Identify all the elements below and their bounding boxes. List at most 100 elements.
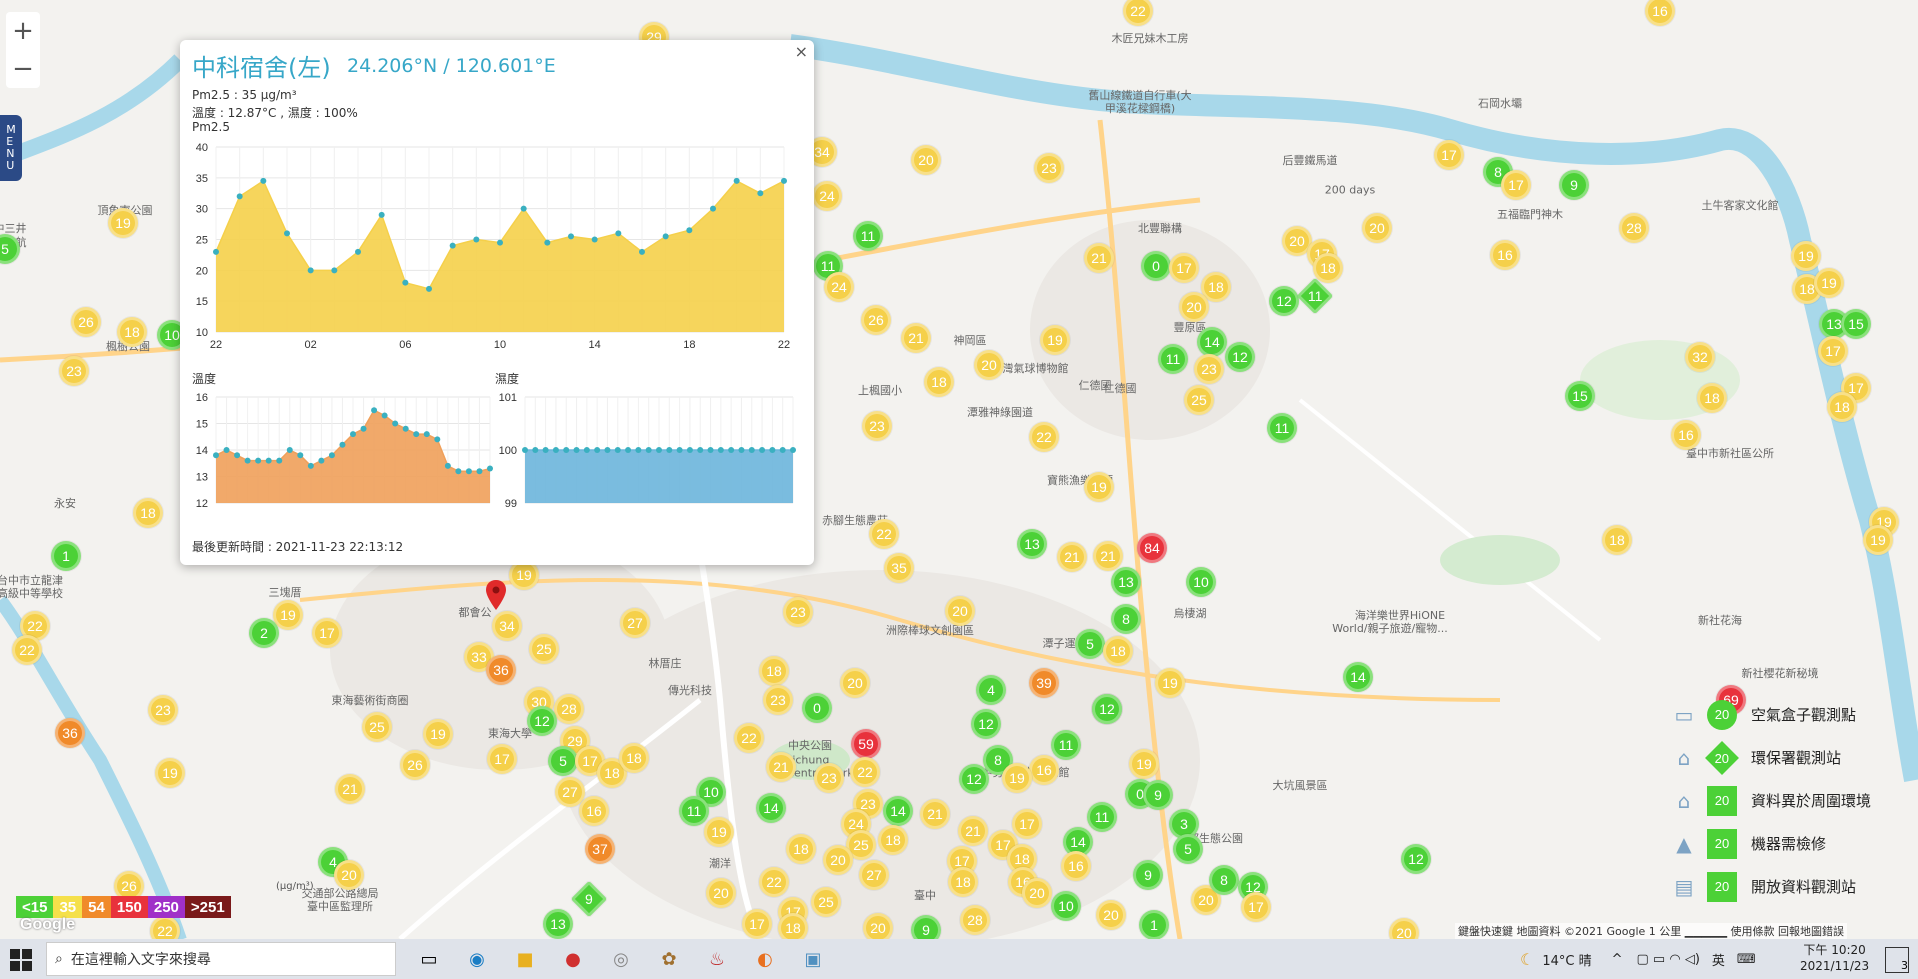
station-marker[interactable]: 19 bbox=[1791, 241, 1821, 271]
ime-indicator[interactable]: 英 bbox=[1712, 950, 1725, 969]
station-marker[interactable]: 20 bbox=[840, 668, 870, 698]
station-marker[interactable]: 17 bbox=[1434, 140, 1464, 170]
station-marker[interactable]: 23 bbox=[59, 356, 89, 386]
station-marker[interactable]: 14 bbox=[1343, 662, 1373, 692]
station-marker[interactable]: 21 bbox=[1057, 542, 1087, 572]
station-marker[interactable]: 5 bbox=[1173, 834, 1203, 864]
station-marker[interactable]: 84 bbox=[1137, 533, 1167, 563]
station-marker[interactable]: 25 bbox=[811, 887, 841, 917]
station-marker[interactable]: 19 bbox=[1155, 668, 1185, 698]
station-marker[interactable]: 18 bbox=[619, 743, 649, 773]
station-marker[interactable]: 14 bbox=[756, 793, 786, 823]
station-marker[interactable]: 19 bbox=[1863, 525, 1893, 555]
station-marker[interactable]: 28 bbox=[960, 905, 990, 935]
station-marker[interactable]: 11 bbox=[1087, 802, 1117, 832]
station-marker[interactable]: 59 bbox=[851, 729, 881, 759]
station-marker[interactable]: 19 bbox=[108, 208, 138, 238]
station-marker[interactable]: 20 bbox=[863, 913, 893, 939]
station-marker[interactable]: 22 bbox=[150, 916, 180, 939]
windows-start-icon[interactable] bbox=[10, 949, 32, 971]
station-marker[interactable]: 27 bbox=[620, 608, 650, 638]
station-marker[interactable]: 35 bbox=[884, 553, 914, 583]
station-marker[interactable]: 9 bbox=[1133, 860, 1163, 890]
station-marker[interactable]: 9 bbox=[911, 915, 941, 939]
station-marker[interactable]: 14 bbox=[1197, 327, 1227, 357]
station-marker[interactable]: 23 bbox=[1194, 354, 1224, 384]
station-marker[interactable]: 10 bbox=[1186, 567, 1216, 597]
station-marker[interactable]: 17 bbox=[1241, 892, 1271, 922]
station-marker[interactable]: 22 bbox=[759, 867, 789, 897]
station-marker[interactable]: 16 bbox=[1671, 420, 1701, 450]
app-icon-box[interactable]: ▣ bbox=[789, 943, 837, 975]
station-marker[interactable]: 13 bbox=[1111, 567, 1141, 597]
station-marker[interactable]: 20 bbox=[1179, 292, 1209, 322]
zoom-in-button[interactable]: + bbox=[6, 12, 40, 50]
station-marker[interactable]: 25 bbox=[529, 634, 559, 664]
station-marker[interactable]: 17 bbox=[312, 618, 342, 648]
station-marker[interactable]: 22 bbox=[1029, 422, 1059, 452]
station-marker[interactable]: 23 bbox=[763, 685, 793, 715]
station-marker[interactable]: 18 bbox=[1827, 392, 1857, 422]
blender-icon[interactable]: ◐ bbox=[741, 943, 789, 975]
station-marker[interactable]: 34 bbox=[492, 611, 522, 641]
taskbar-search-box[interactable]: ⌕ 在這裡輸入文字來搜尋 bbox=[46, 942, 396, 976]
station-marker[interactable]: 17 bbox=[1818, 336, 1848, 366]
station-marker[interactable]: 18 bbox=[1103, 636, 1133, 666]
station-marker[interactable]: 11 bbox=[679, 796, 709, 826]
station-marker[interactable]: 24 bbox=[812, 181, 842, 211]
edge-browser-icon[interactable]: ◉ bbox=[453, 943, 501, 975]
station-marker[interactable]: 23 bbox=[814, 763, 844, 793]
station-marker[interactable]: 17 bbox=[1012, 809, 1042, 839]
station-marker[interactable]: 19 bbox=[704, 817, 734, 847]
station-marker[interactable]: 16 bbox=[1029, 755, 1059, 785]
station-marker[interactable]: 20 bbox=[974, 350, 1004, 380]
map[interactable]: 木匠兄妹木工房 舊山線鐵道自行車(大 甲溪花樑鋼橋) 后豐鐵馬道 200 days 石岡水… bbox=[0, 0, 1918, 939]
station-marker[interactable]: 20 bbox=[823, 845, 853, 875]
station-marker[interactable]: 21 bbox=[901, 323, 931, 353]
tray-icons[interactable]: ▢ ▭ ◠ ◁) bbox=[1637, 952, 1700, 967]
station-marker[interactable]: 8 bbox=[1111, 604, 1141, 634]
keyboard-icon[interactable]: ⌨ bbox=[1737, 952, 1756, 967]
station-marker[interactable]: 21 bbox=[1084, 243, 1114, 273]
weather-text[interactable]: 14°C 晴 bbox=[1542, 950, 1591, 969]
station-marker[interactable]: 18 bbox=[1697, 383, 1727, 413]
app-icon-animal[interactable]: ✿ bbox=[645, 943, 693, 975]
station-marker[interactable]: 19 bbox=[1129, 749, 1159, 779]
station-marker[interactable]: 13 bbox=[543, 909, 573, 939]
station-marker[interactable]: 17 bbox=[742, 909, 772, 939]
station-marker[interactable]: 5 bbox=[1075, 629, 1105, 659]
station-marker[interactable]: 13 bbox=[1017, 529, 1047, 559]
station-marker[interactable]: 19 bbox=[423, 719, 453, 749]
station-marker[interactable]: 20 bbox=[1362, 213, 1392, 243]
station-marker[interactable]: 37 bbox=[585, 834, 615, 864]
tray-expand-icon[interactable]: ^ bbox=[1612, 952, 1623, 967]
task-view-icon[interactable]: ▭ bbox=[405, 943, 453, 975]
station-marker[interactable]: 2 bbox=[249, 618, 279, 648]
station-marker[interactable]: 12 bbox=[527, 706, 557, 736]
station-marker[interactable]: 20 bbox=[706, 878, 736, 908]
station-marker[interactable]: 19 bbox=[1084, 472, 1114, 502]
station-marker[interactable]: 12 bbox=[971, 709, 1001, 739]
station-marker[interactable]: 24 bbox=[824, 272, 854, 302]
station-marker[interactable]: 22 bbox=[12, 635, 42, 665]
station-marker[interactable]: 20 bbox=[1022, 878, 1052, 908]
chrome-browser-icon[interactable]: ● bbox=[549, 943, 597, 975]
station-marker[interactable]: 17 bbox=[487, 744, 517, 774]
station-marker[interactable]: 12 bbox=[1225, 342, 1255, 372]
station-marker[interactable]: 23 bbox=[783, 597, 813, 627]
station-marker[interactable]: 21 bbox=[920, 799, 950, 829]
zoom-out-button[interactable]: − bbox=[6, 50, 40, 88]
station-marker[interactable]: 26 bbox=[400, 750, 430, 780]
station-marker[interactable]: 32 bbox=[1685, 342, 1715, 372]
taskbar-clock[interactable]: 下午 10:20 2021/11/23 bbox=[1800, 942, 1869, 974]
station-marker[interactable]: 23 bbox=[148, 695, 178, 725]
station-marker[interactable]: 26 bbox=[71, 307, 101, 337]
station-marker[interactable]: 21 bbox=[766, 752, 796, 782]
station-marker[interactable]: 11 bbox=[1158, 344, 1188, 374]
station-marker[interactable]: 0 bbox=[1141, 251, 1171, 281]
file-explorer-icon[interactable]: ■ bbox=[501, 943, 549, 975]
station-marker[interactable]: 18 bbox=[117, 317, 147, 347]
station-marker[interactable]: 19 bbox=[1002, 763, 1032, 793]
station-marker[interactable]: 36 bbox=[55, 718, 85, 748]
station-marker[interactable]: 16 bbox=[579, 796, 609, 826]
